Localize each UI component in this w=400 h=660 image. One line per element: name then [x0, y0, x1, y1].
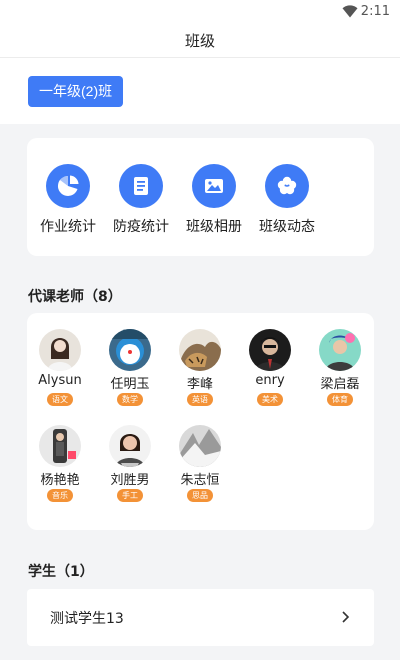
document-icon: [119, 164, 163, 208]
epidemic-stats-button[interactable]: 防疫统计: [100, 138, 182, 256]
page-title: 班级: [184, 32, 215, 50]
avatar: [39, 425, 81, 467]
function-card: 作业统计 防疫统计 班级相册 班级动态: [27, 138, 374, 256]
wifi-icon: [342, 5, 358, 18]
teacher-name: 朱志恒: [180, 473, 220, 488]
avatar: [179, 329, 221, 371]
teacher-name: 刘胜男: [110, 473, 150, 488]
teachers-card: Alysun 语文 任明玉 数学 李峰 英语 enry 美术 梁启磊 体育 杨艳…: [27, 313, 374, 530]
teacher-name: 任明玉: [110, 377, 150, 392]
avatar: [319, 329, 361, 371]
students-section-title: 学生（1）: [28, 564, 94, 580]
avatar: [179, 425, 221, 467]
teachers-section-title: 代课老师（8）: [28, 289, 122, 305]
app-bar: 班级: [0, 24, 400, 58]
class-moments-button[interactable]: 班级动态: [246, 138, 328, 256]
subject-badge: 音乐: [47, 489, 73, 502]
chevron-right-icon: [342, 611, 350, 623]
teacher-item[interactable]: Alysun 语文: [27, 313, 91, 406]
image-icon: [192, 164, 236, 208]
status-bar: 2:11: [0, 0, 400, 24]
subject-badge: 手工: [117, 489, 143, 502]
class-album-button[interactable]: 班级相册: [173, 138, 255, 256]
pie-chart-icon: [46, 164, 90, 208]
avatar: [109, 329, 151, 371]
teacher-item[interactable]: 李峰 英语: [167, 313, 231, 406]
student-row[interactable]: 测试学生13: [27, 589, 374, 646]
flower-icon: [265, 164, 309, 208]
function-label: 班级相册: [186, 219, 242, 235]
subject-badge: 语文: [47, 393, 73, 406]
subject-badge: 体育: [327, 393, 353, 406]
subject-badge: 英语: [187, 393, 213, 406]
subject-badge: 美术: [257, 393, 283, 406]
class-chip[interactable]: 一年级(2)班: [28, 76, 124, 107]
teacher-name: Alysun: [38, 373, 82, 388]
teacher-item[interactable]: 梁启磊 体育: [307, 313, 371, 406]
student-name: 测试学生13: [50, 611, 124, 627]
class-selector-area: 一年级(2)班: [0, 58, 400, 124]
homework-stats-button[interactable]: 作业统计: [27, 138, 109, 256]
teacher-item[interactable]: 任明玉 数学: [97, 313, 161, 406]
teacher-item[interactable]: enry 美术: [237, 313, 301, 406]
teacher-name: 梁启磊: [320, 377, 360, 392]
subject-badge: 数学: [117, 393, 143, 406]
teacher-item[interactable]: 朱志恒 思品: [167, 409, 231, 502]
subject-badge: 思品: [187, 489, 213, 502]
teacher-item[interactable]: 刘胜男 手工: [97, 409, 161, 502]
function-label: 班级动态: [259, 219, 315, 235]
teacher-item[interactable]: 杨艳艳 音乐: [27, 409, 91, 502]
function-label: 防疫统计: [113, 219, 169, 235]
avatar: [109, 425, 151, 467]
teacher-name: enry: [255, 373, 285, 388]
function-label: 作业统计: [40, 219, 96, 235]
avatar: [249, 329, 291, 371]
teacher-name: 杨艳艳: [40, 473, 80, 488]
avatar: [39, 329, 81, 371]
teacher-name: 李峰: [186, 377, 213, 392]
status-time: 2:11: [360, 4, 390, 19]
